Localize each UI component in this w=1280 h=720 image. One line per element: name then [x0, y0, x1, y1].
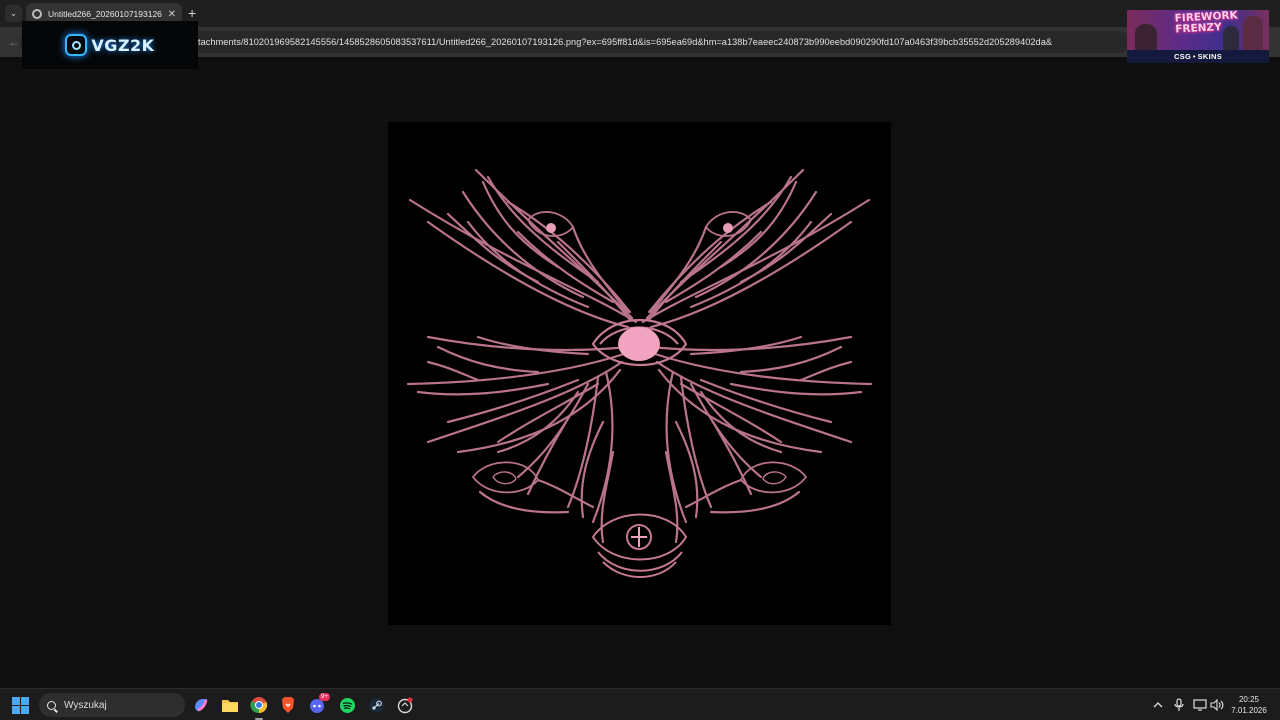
promo-brand: CSG • SKINS [1173, 52, 1223, 61]
address-bar-url[interactable]: tachments/810201969582145556/14585286050… [198, 37, 1052, 47]
artwork-upper-left-pupil [546, 223, 556, 233]
brave-icon[interactable] [278, 695, 298, 715]
promo-figure [1135, 24, 1157, 50]
file-explorer-icon[interactable] [220, 695, 240, 715]
promo-title: FIREWORK FRENZY [1174, 10, 1239, 36]
spotify-icon[interactable] [337, 695, 357, 715]
globe-icon [32, 9, 42, 19]
taskbar-search[interactable]: Wyszukaj [39, 693, 185, 717]
taskbar-clock[interactable]: 20:25 7.01.2026 [1226, 694, 1272, 716]
promo-banner[interactable]: FIREWORK FRENZY CSG • SKINS [1127, 10, 1269, 63]
artwork-image[interactable] [388, 122, 891, 625]
microphone-icon[interactable] [1169, 695, 1189, 715]
clock-date: 7.01.2026 [1231, 706, 1267, 715]
chrome-icon[interactable] [249, 695, 269, 720]
artwork-bottom-eye [591, 513, 688, 578]
promo-brand-bar: CSG • SKINS [1127, 50, 1269, 63]
artwork-central-pupil [618, 327, 660, 361]
search-label: Wyszukaj [64, 699, 107, 711]
artwork-upper-right-pupil [723, 223, 733, 233]
taskbar: Wyszukaj 9+ 20:25 7.01.2026 [0, 688, 1280, 720]
promo-figure [1243, 16, 1263, 50]
volume-icon[interactable] [1207, 695, 1227, 715]
artwork-drawing [406, 168, 873, 578]
close-tab-icon[interactable]: ✕ [168, 9, 176, 20]
streamer-logo-text: VGZ2K [91, 35, 155, 55]
tab-search-button[interactable]: ⌄ [5, 5, 22, 22]
back-button[interactable]: ← [8, 35, 20, 49]
discord-badge: 9+ [319, 693, 330, 701]
camera-logo-icon [65, 34, 88, 56]
new-tab-button[interactable]: + [188, 5, 196, 21]
artwork-left-half [406, 168, 638, 544]
artwork-right-half [641, 168, 873, 544]
tray-chevron-icon[interactable] [1148, 695, 1168, 715]
clock-time: 20:25 [1238, 695, 1260, 704]
streamer-logo-overlay: VGZ2K [22, 21, 198, 69]
app-icon[interactable] [395, 695, 415, 715]
windows-start-icon[interactable] [12, 697, 29, 714]
copilot-icon[interactable] [191, 695, 211, 715]
tab-title: Untitled266_20260107193126.p [48, 9, 162, 19]
discord-icon[interactable]: 9+ [307, 693, 330, 715]
steam-icon[interactable] [366, 695, 386, 715]
search-icon [47, 700, 56, 710]
